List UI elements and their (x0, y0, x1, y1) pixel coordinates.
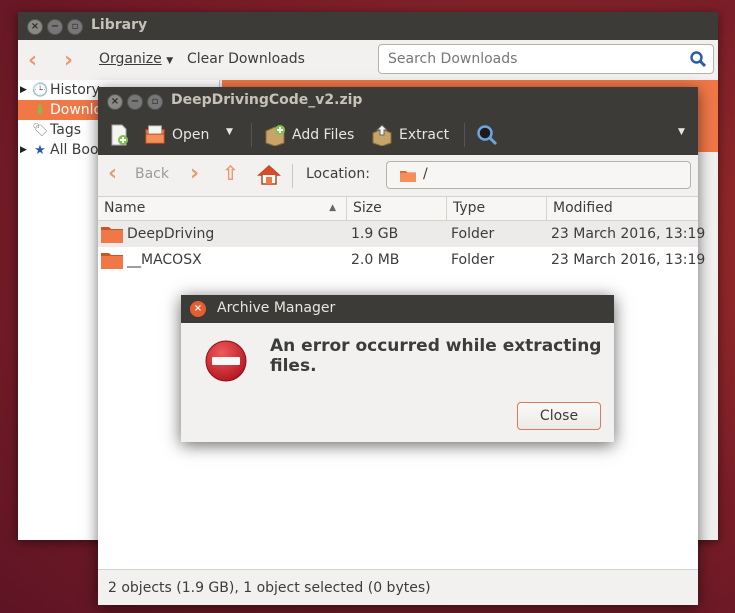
file-modified: 23 March 2016, 13:19 (551, 252, 706, 268)
library-toolbar: ‹ › Organize ▼ Clear Downloads Search Do… (18, 40, 718, 80)
window-maximize-button[interactable]: ▫ (147, 94, 163, 110)
column-header-type[interactable]: Type (447, 197, 547, 221)
column-header-label: Name (104, 200, 146, 216)
sidebar-item-label: Tags (50, 122, 81, 138)
file-name: DeepDriving (127, 226, 215, 242)
close-button[interactable]: Close (517, 402, 601, 430)
extract-button[interactable]: Extract (371, 124, 449, 146)
back-arrow-icon[interactable]: ‹ (28, 48, 37, 73)
error-icon (205, 340, 247, 382)
folder-icon (400, 171, 416, 182)
search-icon (477, 125, 498, 146)
dialog-title: Archive Manager (217, 300, 336, 316)
archive-titlebar: × − ▫ DeepDrivingCode_v2.zip (98, 87, 698, 115)
search-icon (690, 51, 707, 68)
clear-downloads-button[interactable]: Clear Downloads (187, 51, 305, 67)
file-type: Folder (451, 252, 495, 268)
new-archive-button[interactable] (108, 124, 130, 146)
organize-menu-button[interactable]: Organize ▼ (99, 51, 173, 67)
chevron-down-icon: ▼ (166, 56, 174, 66)
folder-icon (101, 227, 123, 243)
file-name: __MACOSX (127, 252, 202, 268)
error-message: An error occurred while extracting files… (270, 336, 602, 376)
library-titlebar: × − ▫ Library (18, 12, 718, 40)
organize-label: Organize (99, 51, 162, 67)
file-modified: 23 March 2016, 13:19 (551, 226, 706, 242)
location-value: / (423, 166, 428, 182)
bookmarks-star-icon: ★ (34, 143, 46, 158)
table-row[interactable]: DeepDriving 1.9 GB Folder 23 March 2016,… (98, 221, 705, 247)
sidebar-item-label: History (50, 82, 100, 98)
file-type: Folder (451, 226, 495, 242)
extract-icon (372, 124, 392, 146)
sidebar-item-label: All Boo (50, 142, 99, 158)
file-list-header: Name ▲ Size Type Modified (98, 197, 698, 221)
expander-icon[interactable]: ▶ (20, 140, 27, 160)
location-bar: ‹ Back › ⇧ Location: / (98, 155, 698, 197)
expander-icon[interactable]: ▶ (20, 80, 27, 100)
forward-arrow-icon[interactable]: › (190, 161, 199, 186)
file-size: 1.9 GB (351, 226, 399, 242)
clock-icon: 🕒 (32, 83, 49, 98)
open-label: Open (172, 127, 210, 143)
archive-toolbar: Open ▼ Add Files Extract ▼ (98, 115, 698, 155)
error-dialog: × Archive Manager An error occurred whil… (181, 295, 614, 442)
folder-icon (101, 253, 123, 269)
home-icon[interactable] (257, 163, 281, 187)
toolbar-separator (464, 123, 465, 147)
back-button[interactable]: Back (135, 166, 169, 182)
search-placeholder: Search Downloads (388, 51, 518, 67)
column-header-name[interactable]: Name ▲ (98, 197, 347, 221)
toolbar-separator (251, 123, 252, 147)
toolbar-separator (292, 164, 293, 188)
new-file-icon (111, 124, 128, 146)
location-label: Location: (306, 166, 370, 182)
open-dropdown-arrow-icon[interactable]: ▼ (226, 127, 233, 137)
search-downloads-input[interactable]: Search Downloads (378, 44, 714, 74)
extract-label: Extract (399, 127, 450, 143)
open-archive-icon (145, 125, 165, 144)
sidebar-item-label: Downlo (50, 102, 103, 118)
tag-icon: 🏷 (32, 123, 49, 138)
find-button[interactable] (476, 124, 498, 146)
dialog-titlebar: × Archive Manager (181, 295, 614, 323)
back-arrow-icon[interactable]: ‹ (108, 161, 117, 186)
forward-arrow-icon[interactable]: › (64, 48, 73, 73)
status-bar: 2 objects (1.9 GB), 1 object selected (0… (98, 569, 698, 605)
up-arrow-icon[interactable]: ⇧ (222, 161, 239, 185)
library-title: Library (91, 17, 148, 33)
window-close-button[interactable]: × (27, 19, 43, 35)
add-files-icon (265, 125, 285, 146)
window-maximize-button[interactable]: ▫ (67, 19, 83, 35)
open-button[interactable]: Open (144, 124, 209, 146)
sort-ascending-icon: ▲ (329, 203, 336, 213)
window-minimize-button[interactable]: − (127, 94, 143, 110)
table-row[interactable]: __MACOSX 2.0 MB Folder 23 March 2016, 13… (98, 247, 705, 273)
window-minimize-button[interactable]: − (47, 19, 63, 35)
window-close-button[interactable]: × (107, 94, 123, 110)
column-header-modified[interactable]: Modified (547, 197, 698, 221)
file-size: 2.0 MB (351, 252, 400, 268)
overflow-menu-icon[interactable]: ▼ (678, 127, 685, 137)
column-header-size[interactable]: Size (347, 197, 447, 221)
add-files-button[interactable]: Add Files (264, 124, 354, 146)
location-field[interactable]: / (386, 161, 691, 189)
dialog-close-icon[interactable]: × (190, 301, 206, 317)
download-arrow-icon: ⬇ (34, 103, 46, 118)
add-files-label: Add Files (292, 127, 355, 143)
archive-title: DeepDrivingCode_v2.zip (171, 92, 363, 108)
